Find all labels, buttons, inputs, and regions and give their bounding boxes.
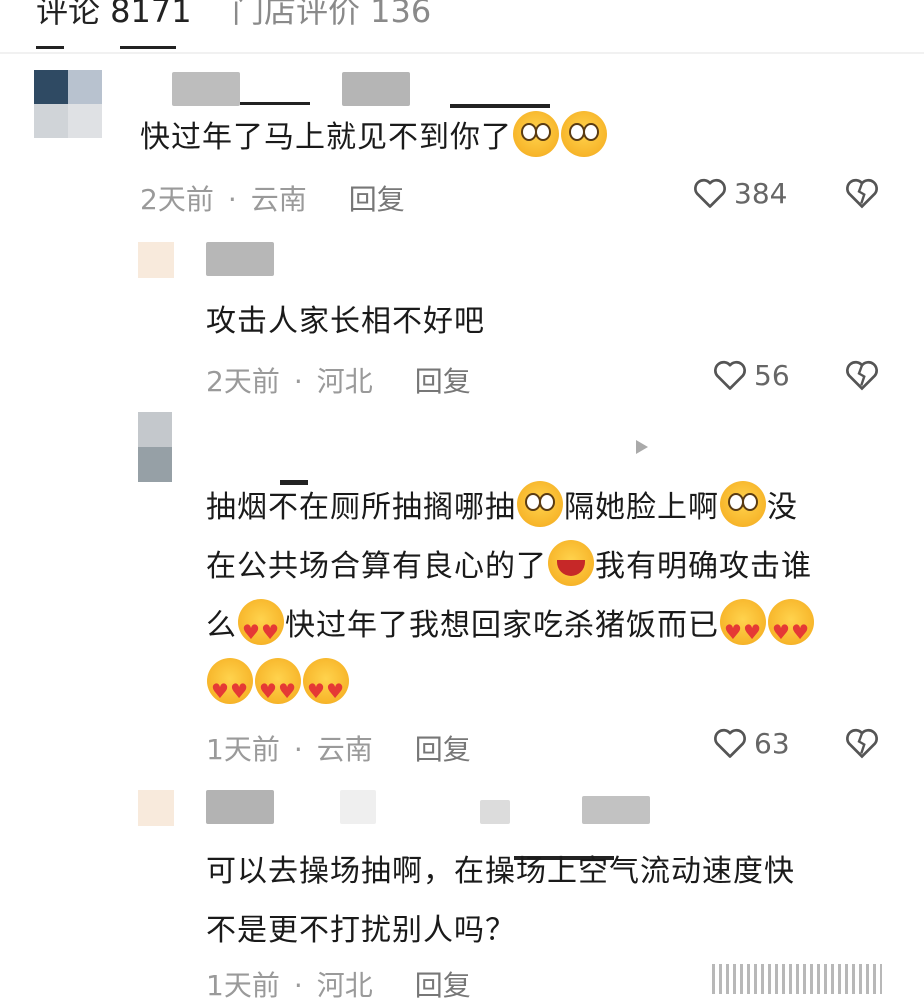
avatar[interactable]	[138, 242, 174, 278]
username-blurred[interactable]	[342, 72, 410, 106]
avatar[interactable]	[138, 790, 174, 826]
crying-face-emoji-icon	[561, 111, 607, 157]
heart-eyes-emoji-icon	[207, 658, 253, 721]
watermark	[712, 964, 882, 994]
broken-heart-icon[interactable]	[844, 176, 880, 210]
tab-underline	[120, 46, 176, 49]
comment-text: 抽烟不在厕所抽搁哪抽隔她脸上啊没 在公共场合算有良心的了我有明确攻击谁 么快过年…	[206, 478, 815, 721]
crying-face-emoji-icon	[517, 481, 563, 527]
heart-eyes-emoji-icon	[720, 599, 766, 662]
heart-eyes-emoji-icon	[255, 658, 301, 721]
username-blurred	[582, 796, 650, 824]
heart-eyes-emoji-icon	[238, 599, 284, 662]
username-blurred[interactable]	[206, 242, 274, 276]
tab-store-reviews[interactable]: 门店评价 136	[232, 0, 431, 32]
heart-outline-icon	[714, 360, 746, 390]
broken-heart-icon[interactable]	[844, 358, 880, 392]
avatar[interactable]	[34, 70, 102, 138]
comment-meta: 2天前 · 河北 回复	[206, 365, 471, 398]
username-blurred	[480, 800, 510, 824]
comment-meta: 1天前 · 河北 回复	[206, 969, 471, 1002]
comment-text: 攻击人家长相不好吧	[206, 304, 485, 339]
reply-button[interactable]: 回复	[415, 969, 471, 1002]
reply-button[interactable]: 回复	[349, 183, 405, 216]
crying-face-emoji-icon	[513, 111, 559, 157]
tab-comments[interactable]: 评论 8171	[36, 0, 192, 32]
avatar[interactable]	[138, 412, 172, 482]
crying-face-emoji-icon	[720, 481, 766, 527]
tab-underline	[36, 46, 64, 49]
like-count: 56	[754, 358, 790, 392]
heart-eyes-emoji-icon	[768, 599, 814, 662]
like-button[interactable]: 384	[692, 176, 787, 210]
reply-button[interactable]: 回复	[415, 365, 471, 398]
laughing-face-emoji-icon	[548, 540, 594, 586]
redaction-mark	[240, 102, 310, 105]
comment-text: 可以去操场抽啊，在操场上空气流动速度快 不是更不打扰别人吗？	[206, 854, 795, 948]
heart-outline-icon	[694, 178, 726, 208]
like-button[interactable]: 63	[712, 726, 790, 760]
username-blurred[interactable]	[172, 72, 240, 106]
username-blurred	[340, 790, 376, 824]
like-button[interactable]: 56	[712, 358, 790, 392]
heart-eyes-emoji-icon	[303, 658, 349, 721]
play-icon	[636, 440, 648, 454]
like-count: 63	[754, 726, 790, 760]
comment-meta: 2天前 · 云南 回复	[140, 183, 405, 216]
header-divider	[0, 52, 924, 54]
username-blurred[interactable]	[206, 790, 274, 824]
comment-meta: 1天前 · 云南 回复	[206, 733, 471, 766]
broken-heart-icon[interactable]	[844, 726, 880, 760]
comment-text: 快过年了马上就见不到你了	[140, 108, 608, 167]
reply-button[interactable]: 回复	[415, 733, 471, 766]
like-count: 384	[734, 176, 788, 210]
heart-outline-icon	[714, 728, 746, 758]
